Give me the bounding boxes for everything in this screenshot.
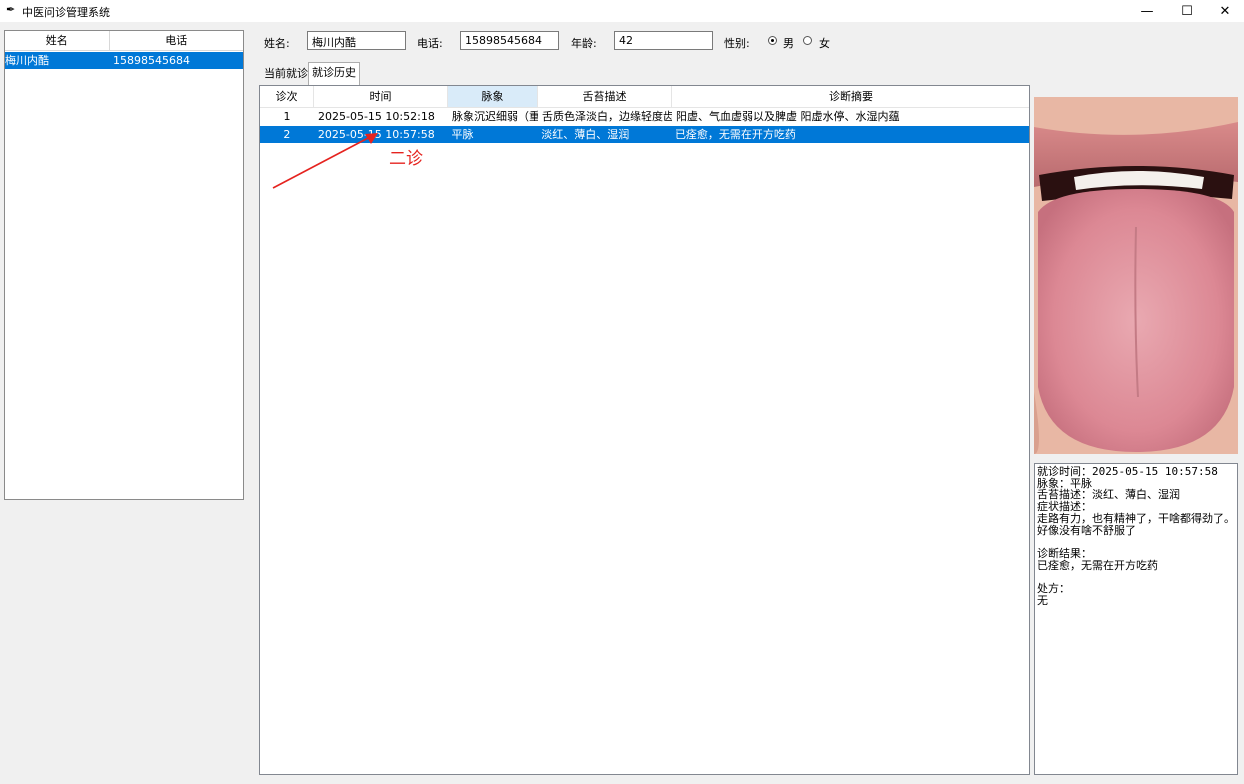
age-field[interactable]: 42 — [614, 31, 713, 50]
patient-phone: 15898545684 — [113, 54, 190, 67]
column-header-phone[interactable]: 电话 — [110, 31, 243, 50]
title-bar: ✒ 中医问诊管理系统 — ☐ ✕ — [0, 0, 1244, 22]
phone-label: 电话: — [417, 37, 443, 50]
gender-female-radio[interactable] — [803, 36, 812, 45]
name-label: 姓名: — [264, 37, 290, 50]
cell-pulse: 脉象沉迟细弱（重 — [452, 110, 538, 123]
phone-field[interactable]: 15898545684 — [460, 31, 559, 50]
close-button[interactable]: ✕ — [1206, 0, 1244, 22]
window-title: 中医问诊管理系统 — [22, 6, 110, 19]
annotation-label: 二诊 — [389, 149, 423, 169]
name-field[interactable]: 梅川内酷 — [307, 31, 406, 50]
cell-tongue: 淡红、薄白、湿润 — [541, 128, 630, 141]
cell-pulse: 平脉 — [451, 128, 474, 141]
column-header-tongue[interactable]: 舌苔描述 — [538, 86, 672, 107]
cell-visit-no: 1 — [283, 110, 291, 123]
column-header-visit-no[interactable]: 诊次 — [260, 86, 314, 107]
cell-summary: 阳虚、气血虚弱以及脾虚 阳虚水停、水湿内蕴 — [676, 110, 900, 123]
tab-current-visit[interactable]: 当前就诊 — [261, 64, 311, 84]
history-table-header: 诊次 时间 脉象 舌苔描述 诊断摘要 — [260, 86, 1029, 108]
tongue-photo — [1034, 97, 1238, 454]
gender-male-label: 男 — [783, 37, 794, 50]
table-row[interactable]: 1 2025-05-15 10:52:18 脉象沉迟细弱（重 舌质色泽淡白，边缘… — [260, 108, 1029, 125]
gender-female-label: 女 — [819, 37, 830, 50]
age-label: 年龄: — [571, 37, 597, 50]
column-header-summary[interactable]: 诊断摘要 — [672, 86, 1029, 107]
column-header-time[interactable]: 时间 — [314, 86, 448, 107]
patient-row[interactable]: 梅川内酷 15898545684 — [5, 52, 243, 69]
column-header-pulse[interactable]: 脉象 — [448, 86, 538, 107]
cell-time: 2025-05-15 10:52:18 — [318, 110, 435, 123]
gender-male-radio[interactable] — [768, 36, 777, 45]
annotation-arrow — [272, 133, 378, 189]
tab-visit-history[interactable]: 就诊历史 — [308, 62, 360, 85]
visit-detail-text[interactable]: 就诊时间：2025-05-15 10:57:58 脉象：平脉 舌苔描述：淡红、薄… — [1034, 463, 1238, 775]
cell-summary: 已痊愈，无需在开方吃药 — [674, 128, 796, 141]
patient-list[interactable]: 姓名 电话 梅川内酷 15898545684 — [4, 30, 244, 500]
maximize-button[interactable]: ☐ — [1168, 0, 1206, 22]
patient-name: 梅川内酷 — [5, 54, 49, 67]
patient-list-header: 姓名 电话 — [5, 31, 243, 51]
minimize-button[interactable]: — — [1128, 0, 1166, 22]
cell-tongue: 舌质色泽淡白，边缘轻度齿 — [542, 110, 672, 123]
gender-label: 性别: — [724, 37, 750, 50]
column-header-name[interactable]: 姓名 — [5, 31, 110, 50]
feather-icon: ✒ — [6, 3, 16, 16]
